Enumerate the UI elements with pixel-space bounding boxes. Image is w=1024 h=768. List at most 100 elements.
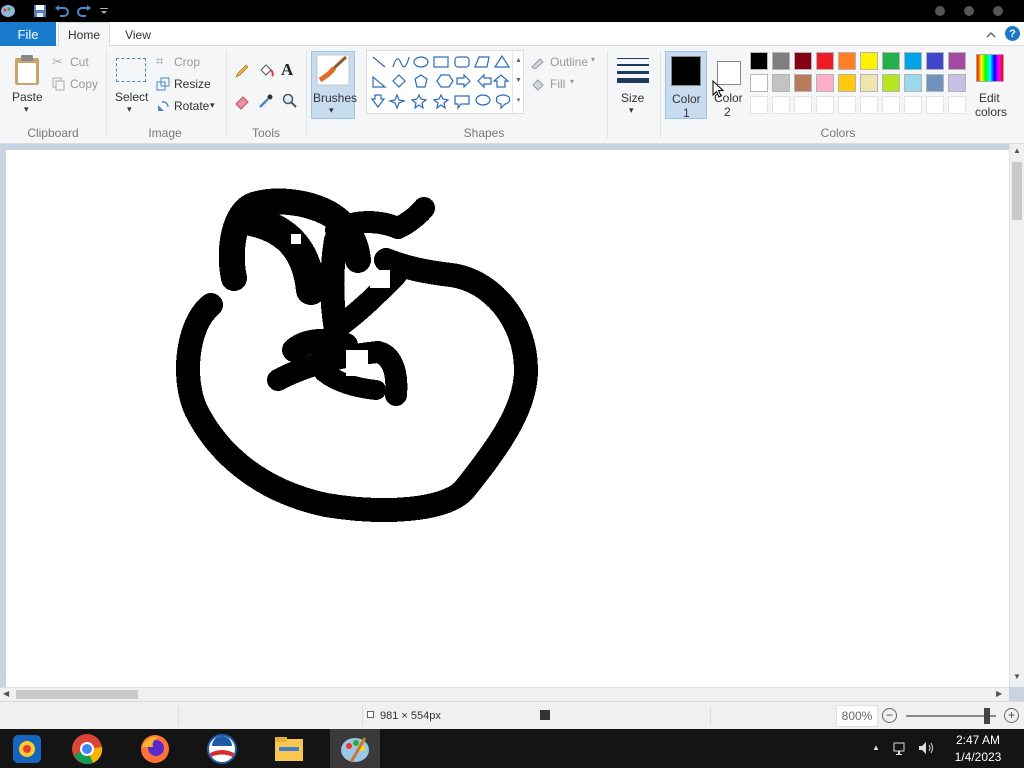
palette-color-swatch[interactable] bbox=[904, 74, 922, 92]
palette-color-swatch[interactable] bbox=[948, 74, 966, 92]
fill-dropdown-icon: ▾ bbox=[570, 77, 575, 86]
fill-button[interactable]: Fill ▾ bbox=[530, 76, 580, 92]
help-icon[interactable]: ? bbox=[1005, 26, 1020, 41]
vertical-scrollbar[interactable]: ▲ ▼ bbox=[1009, 144, 1024, 687]
palette-color-swatch[interactable] bbox=[794, 74, 812, 92]
palette-color-swatch[interactable] bbox=[750, 74, 768, 92]
scroll-left-icon[interactable]: ◀ bbox=[3, 689, 9, 698]
palette-color-swatch[interactable] bbox=[882, 52, 900, 70]
custom-color-slot[interactable] bbox=[926, 96, 944, 114]
undo-icon[interactable] bbox=[54, 3, 70, 19]
taskbar: ▲ 2:47 AM 1/4/2023 bbox=[0, 729, 1024, 768]
mouse-cursor-icon bbox=[712, 80, 724, 98]
paste-button[interactable]: Paste ▾ bbox=[6, 52, 48, 122]
scissors-icon: ✂ bbox=[52, 54, 63, 69]
magnifier-icon[interactable] bbox=[281, 92, 299, 113]
fill-bucket-icon[interactable] bbox=[257, 62, 275, 83]
scroll-up-icon[interactable]: ▲ bbox=[1013, 146, 1021, 155]
select-label: Select bbox=[115, 90, 149, 104]
text-tool-icon[interactable]: A bbox=[281, 60, 293, 80]
custom-color-slot[interactable] bbox=[860, 96, 878, 114]
palette-color-swatch[interactable] bbox=[816, 74, 834, 92]
horizontal-scrollbar[interactable]: ◀ ▶ bbox=[0, 687, 1009, 701]
ribbon: Paste ▾ ✂ Cut Copy Clipboard Select ▾ ⌗ … bbox=[0, 46, 1024, 144]
tab-file[interactable]: File bbox=[0, 22, 56, 46]
palette-color-swatch[interactable] bbox=[772, 52, 790, 70]
tab-view[interactable]: View bbox=[116, 22, 160, 47]
shape-icons[interactable] bbox=[369, 53, 511, 113]
paste-label: Paste bbox=[12, 90, 43, 104]
outline-button[interactable]: Outline ▾ bbox=[530, 54, 602, 70]
show-hidden-icons-icon[interactable]: ▲ bbox=[872, 743, 880, 752]
edit-colors-button[interactable]: Edit colors bbox=[970, 52, 1010, 122]
palette-color-swatch[interactable] bbox=[860, 74, 878, 92]
palette-color-swatch[interactable] bbox=[926, 74, 944, 92]
close-button[interactable] bbox=[993, 6, 1003, 16]
color-picker-icon[interactable] bbox=[257, 92, 275, 113]
brushes-button[interactable]: Brushes ▾ bbox=[311, 51, 357, 119]
size-button[interactable]: Size ▾ bbox=[612, 52, 654, 122]
custom-color-slot[interactable] bbox=[772, 96, 790, 114]
custom-color-slot[interactable] bbox=[882, 96, 900, 114]
select-button[interactable]: Select ▾ bbox=[112, 52, 152, 122]
paint-taskbar-icon[interactable] bbox=[330, 729, 380, 768]
tab-home[interactable]: Home bbox=[58, 22, 110, 47]
palette-color-swatch[interactable] bbox=[926, 52, 944, 70]
firefox-icon[interactable] bbox=[130, 729, 180, 768]
scroll-down-icon[interactable]: ▼ bbox=[1013, 672, 1021, 681]
resize-button[interactable]: Resize bbox=[156, 76, 212, 92]
paste-dropdown-icon: ▾ bbox=[24, 104, 29, 114]
zoom-in-icon[interactable]: + bbox=[1004, 708, 1019, 723]
custom-color-slot[interactable] bbox=[816, 96, 834, 114]
custom-color-slot[interactable] bbox=[750, 96, 768, 114]
palette-color-swatch[interactable] bbox=[794, 52, 812, 70]
volume-icon[interactable] bbox=[917, 740, 935, 759]
obama-logo-icon[interactable] bbox=[197, 729, 247, 768]
custom-color-slot[interactable] bbox=[794, 96, 812, 114]
maximize-button[interactable] bbox=[964, 6, 974, 16]
colors-label: colors bbox=[975, 105, 1008, 119]
rotate-button[interactable]: Rotate ▾ bbox=[156, 98, 222, 114]
horizontal-scroll-thumb[interactable] bbox=[16, 690, 138, 699]
zoom-out-icon[interactable]: − bbox=[882, 708, 897, 723]
drawing-strokes bbox=[176, 188, 538, 522]
rainbow-icon bbox=[976, 54, 1004, 82]
network-icon[interactable] bbox=[893, 740, 909, 759]
custom-color-slot[interactable] bbox=[948, 96, 966, 114]
palette-color-swatch[interactable] bbox=[838, 74, 856, 92]
zoom-slider-thumb[interactable] bbox=[984, 708, 990, 724]
file-explorer-icon[interactable] bbox=[264, 729, 314, 768]
save-icon[interactable] bbox=[32, 3, 48, 19]
cut-button[interactable]: ✂ Cut bbox=[52, 54, 98, 70]
clock[interactable]: 2:47 AM 1/4/2023 bbox=[946, 731, 1010, 767]
palette-color-swatch[interactable] bbox=[904, 52, 922, 70]
drawing-canvas[interactable] bbox=[6, 150, 1009, 692]
customize-toolbar-icon[interactable] bbox=[96, 3, 112, 19]
redo-icon[interactable] bbox=[76, 3, 92, 19]
palette-color-swatch[interactable] bbox=[860, 52, 878, 70]
palette-color-swatch[interactable] bbox=[772, 74, 790, 92]
copy-button[interactable]: Copy bbox=[52, 76, 98, 92]
palette-color-swatch[interactable] bbox=[816, 52, 834, 70]
edit-label: Edit bbox=[979, 91, 1000, 105]
palette-color-swatch[interactable] bbox=[882, 74, 900, 92]
custom-color-slot[interactable] bbox=[838, 96, 856, 114]
color1-button[interactable]: Color 1 bbox=[665, 51, 707, 120]
chrome-icon[interactable] bbox=[62, 729, 112, 768]
shapes-scroll-icon[interactable]: ▲ ▼ ▾ bbox=[512, 51, 524, 113]
vertical-scroll-thumb[interactable] bbox=[1012, 162, 1022, 220]
pencil-icon[interactable] bbox=[233, 62, 251, 83]
palette-color-swatch[interactable] bbox=[948, 52, 966, 70]
taskbar-app-launcher-icon[interactable] bbox=[2, 729, 52, 768]
custom-color-slot[interactable] bbox=[904, 96, 922, 114]
crop-button[interactable]: ⌗ Crop bbox=[156, 53, 206, 70]
minimize-button[interactable] bbox=[935, 6, 945, 16]
palette-color-swatch[interactable] bbox=[838, 52, 856, 70]
zoom-slider-track[interactable] bbox=[906, 715, 996, 717]
outline-dropdown-icon: ▾ bbox=[591, 55, 596, 64]
eraser-icon[interactable] bbox=[233, 92, 251, 113]
scroll-right-icon[interactable]: ▶ bbox=[996, 689, 1002, 698]
palette-color-swatch[interactable] bbox=[750, 52, 768, 70]
collapse-ribbon-icon[interactable] bbox=[986, 28, 996, 42]
zoom-level[interactable]: 800% bbox=[836, 705, 878, 727]
